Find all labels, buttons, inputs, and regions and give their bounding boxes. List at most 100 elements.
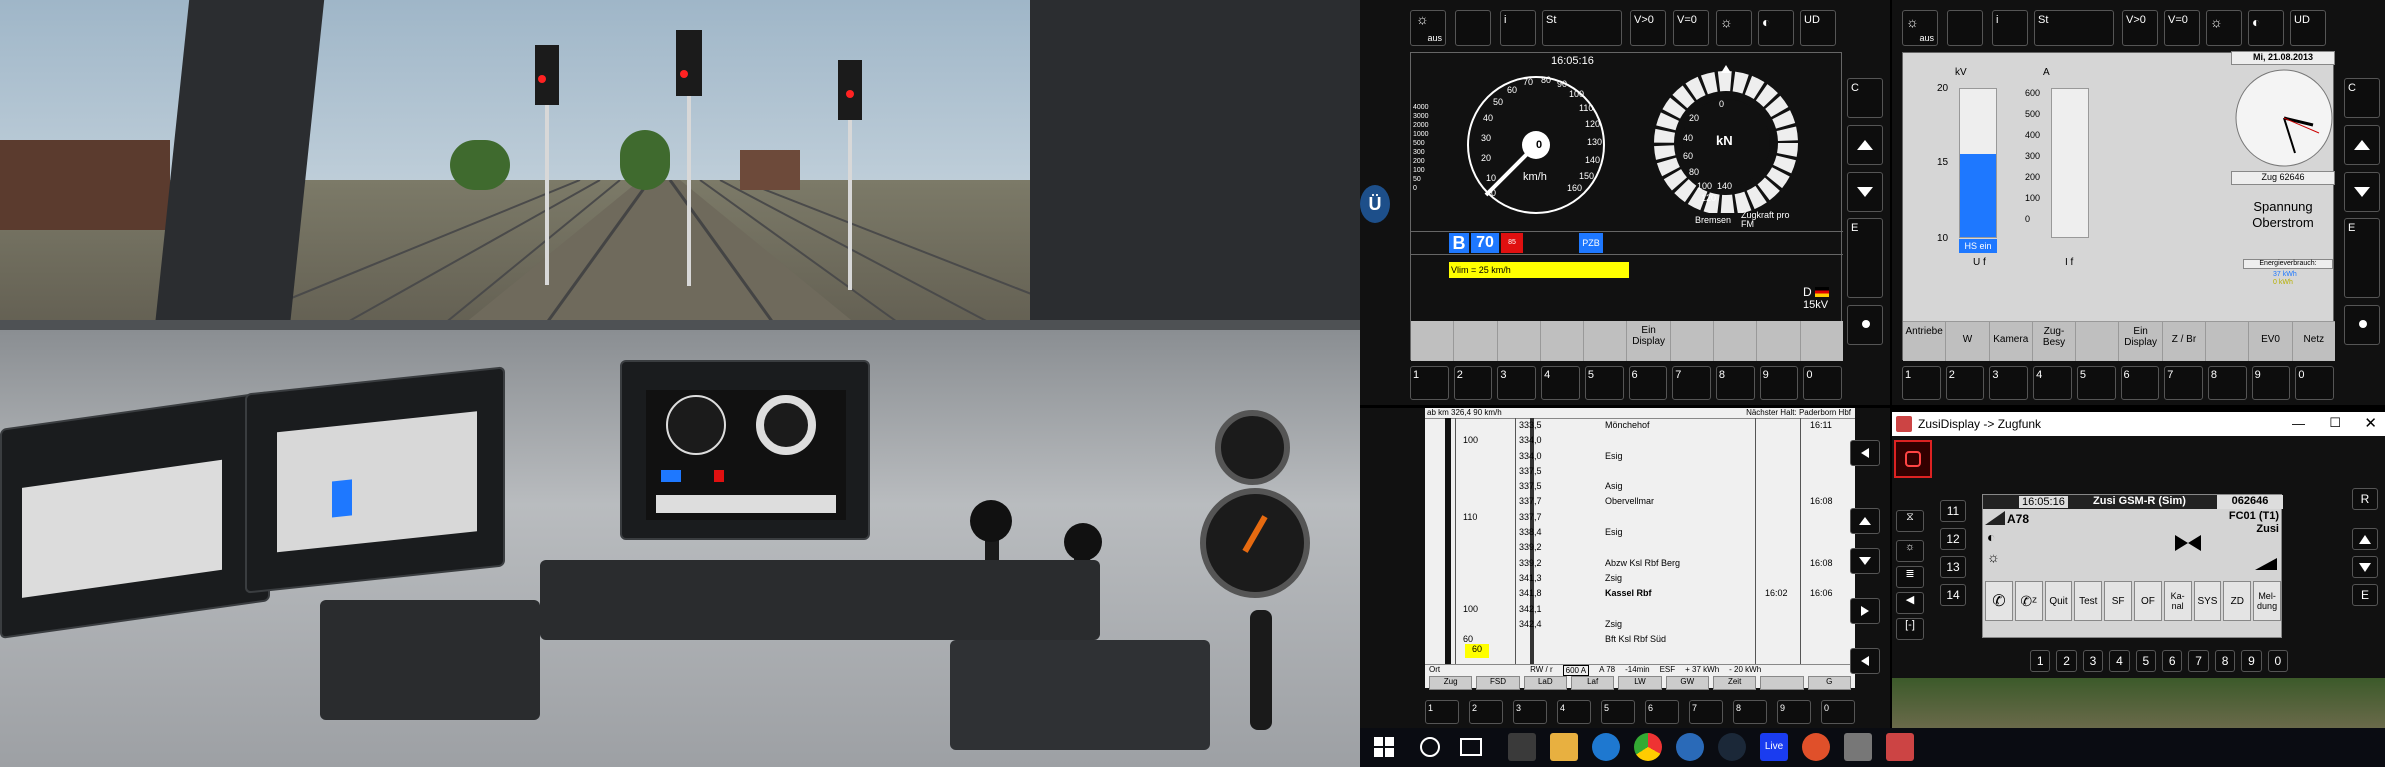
brackets-icon[interactable]: [-] — [1896, 618, 1924, 640]
softkey[interactable] — [1584, 321, 1628, 361]
minimize-icon[interactable]: — — [2292, 416, 2305, 431]
st-button[interactable]: St — [1542, 10, 1622, 46]
tt-button-gw[interactable]: GW — [1665, 676, 1709, 690]
number-key-9[interactable]: 9 — [1777, 700, 1811, 724]
app-orange-icon[interactable] — [1802, 733, 1830, 761]
edge-icon[interactable] — [1592, 733, 1620, 761]
day-mode-button[interactable]: ☼ — [1716, 10, 1752, 46]
number-key-2[interactable]: 2 — [1945, 366, 1985, 400]
side-key-13[interactable]: 13 — [1940, 556, 1966, 578]
store-icon[interactable] — [1508, 733, 1536, 761]
e-button[interactable]: E — [2352, 584, 2378, 606]
number-key-6[interactable]: 6 — [2120, 366, 2160, 400]
throttle-knob[interactable] — [970, 500, 1012, 542]
number-key-0[interactable]: 0 — [2267, 650, 2289, 672]
number-key-2[interactable]: 2 — [1469, 700, 1503, 724]
softkey-display-on[interactable]: Ein Display — [1627, 321, 1671, 361]
tt-button-fsd[interactable]: FSD — [1476, 676, 1520, 690]
down-arrow-button[interactable] — [2344, 172, 2380, 212]
call-icon[interactable]: ✆ — [1985, 581, 2013, 621]
number-key-0[interactable]: 0 — [1803, 366, 1843, 400]
number-key-0[interactable]: 0 — [2295, 366, 2335, 400]
file-explorer-icon[interactable] — [1550, 733, 1578, 761]
softkey[interactable] — [1757, 321, 1801, 361]
volume-adjust-icon[interactable]: ⧖ — [1896, 510, 1924, 532]
number-key-8[interactable]: 8 — [1733, 700, 1767, 724]
softkey-drives[interactable]: Antriebe — [1903, 322, 1947, 361]
softkey-display-on[interactable]: Ein Display — [2119, 322, 2163, 361]
brake-knob[interactable] — [1064, 523, 1102, 561]
number-key-1[interactable]: 1 — [1425, 700, 1459, 724]
cortana-icon[interactable] — [1420, 737, 1440, 757]
day-mode-button[interactable]: ☼ — [2206, 10, 2242, 46]
tt-button-lw[interactable]: LW — [1618, 676, 1662, 690]
brightness-button[interactable]: ☼ aus — [1902, 10, 1938, 46]
tt-scroll-left-button[interactable] — [1850, 440, 1880, 466]
c-button[interactable]: C — [1847, 78, 1883, 118]
side-key-14[interactable]: 14 — [1940, 584, 1966, 606]
number-key-7[interactable]: 7 — [2188, 650, 2209, 672]
number-key-9[interactable]: 9 — [2241, 650, 2262, 672]
brightness-icon[interactable]: ☼ — [1896, 540, 1924, 562]
tt-down-button[interactable] — [1850, 548, 1880, 574]
number-key-9[interactable]: 9 — [2251, 366, 2291, 400]
number-key-9[interactable]: 9 — [1759, 366, 1799, 400]
softkey-z-br[interactable]: Z / Br — [2163, 322, 2207, 361]
zusidisplay-icon[interactable] — [1886, 733, 1914, 761]
softkey[interactable] — [2206, 322, 2250, 361]
softkey[interactable] — [1498, 321, 1541, 361]
number-key-6[interactable]: 6 — [1628, 366, 1668, 400]
up-arrow-button[interactable] — [1847, 125, 1883, 165]
c-button[interactable]: C — [2344, 78, 2380, 118]
of-button[interactable]: OF — [2133, 581, 2162, 621]
number-key-6[interactable]: 6 — [1645, 700, 1679, 724]
number-key-1[interactable]: 1 — [1902, 366, 1941, 400]
number-key-5[interactable]: 5 — [1584, 366, 1624, 400]
number-key-1[interactable]: 1 — [2030, 650, 2051, 672]
number-key-3[interactable]: 3 — [1513, 700, 1547, 724]
softkey[interactable] — [1714, 321, 1758, 361]
softkey[interactable] — [1671, 321, 1715, 361]
tt-button-blank[interactable] — [1760, 676, 1804, 690]
number-key-2[interactable]: 2 — [1453, 366, 1493, 400]
up-arrow-button[interactable] — [2352, 528, 2378, 550]
task-view-icon[interactable] — [1460, 738, 1482, 756]
number-key-2[interactable]: 2 — [2056, 650, 2077, 672]
softkey[interactable] — [1411, 321, 1455, 361]
steam-icon[interactable] — [1718, 733, 1746, 761]
number-key-4[interactable]: 4 — [1541, 366, 1580, 400]
number-key-7[interactable]: 7 — [2164, 366, 2203, 400]
independent-brake-lever[interactable] — [1250, 610, 1272, 730]
live-icon[interactable]: Live — [1760, 733, 1788, 761]
softkey-w[interactable]: W — [1946, 322, 1990, 361]
softkey[interactable] — [1454, 321, 1498, 361]
thunderbird-icon[interactable] — [1676, 733, 1704, 761]
side-key-11[interactable]: 11 — [1940, 500, 1966, 522]
speaker-icon[interactable]: ◀ — [1896, 592, 1924, 614]
softkey[interactable] — [2076, 322, 2120, 361]
round-button[interactable] — [2344, 305, 2380, 345]
r-button[interactable]: R — [2352, 488, 2378, 510]
test-button[interactable]: Test — [2074, 581, 2103, 621]
quit-button[interactable]: Quit — [2044, 581, 2073, 621]
number-key-5[interactable]: 5 — [2135, 650, 2157, 672]
number-key-0[interactable]: 0 — [1821, 700, 1855, 724]
softkey[interactable] — [1801, 321, 1843, 361]
contrast-button[interactable]: ◐ — [1758, 10, 1794, 46]
ud-button[interactable]: UD — [2290, 10, 2326, 46]
info-button[interactable]: i — [1992, 10, 2028, 46]
tt-button-laf[interactable]: Laf — [1570, 676, 1615, 690]
tt-up-button[interactable] — [1850, 508, 1880, 534]
info-button[interactable]: i — [1500, 10, 1536, 46]
softkey-train-besy[interactable]: Zug-Besy — [2033, 322, 2077, 361]
number-key-4[interactable]: 4 — [1557, 700, 1591, 724]
side-key-12[interactable]: 12 — [1940, 528, 1966, 550]
sys-button[interactable]: SYS — [2193, 581, 2222, 621]
tt-scroll-right-button[interactable] — [1850, 598, 1880, 624]
down-arrow-button[interactable] — [1847, 172, 1883, 212]
down-arrow-button[interactable] — [2352, 556, 2378, 578]
number-key-5[interactable]: 5 — [2076, 366, 2116, 400]
softkey-camera[interactable]: Kamera — [1990, 322, 2033, 361]
number-key-4[interactable]: 4 — [2033, 366, 2072, 400]
zusi-icon[interactable] — [1844, 733, 1872, 761]
